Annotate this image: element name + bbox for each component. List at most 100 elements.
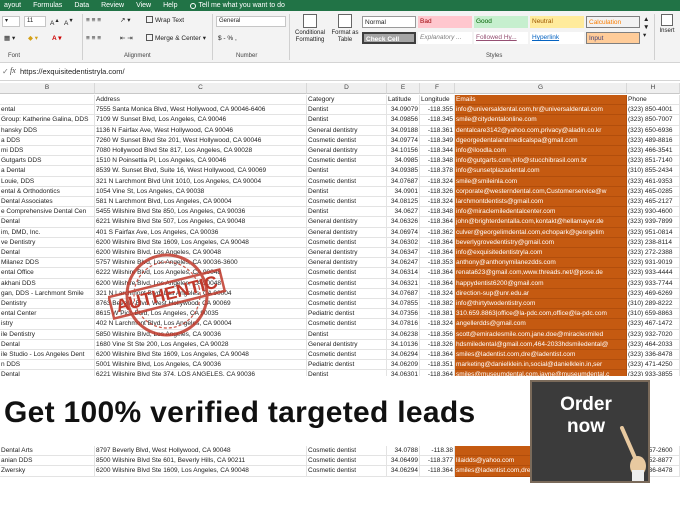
cell-phone[interactable]: (323) 850-4001 <box>627 105 680 116</box>
cell-name[interactable]: ental <box>0 105 95 116</box>
cell-name[interactable]: n DDS <box>0 360 95 371</box>
cell-longitude[interactable]: -118.361 <box>420 125 455 136</box>
cell-address[interactable]: Address <box>95 95 307 106</box>
format-as-table-button[interactable]: Format as Table <box>330 14 360 44</box>
cell-latitude[interactable]: 34.06209 <box>387 360 420 371</box>
style-input[interactable]: Input <box>586 32 640 44</box>
cell-name[interactable] <box>0 95 95 106</box>
cell-emails[interactable]: Emails <box>455 95 627 106</box>
cell-name[interactable]: anian DDS <box>0 456 95 467</box>
cell-name[interactable]: mi DDS <box>0 146 95 157</box>
cell-phone[interactable]: (310) 659-8863 <box>627 309 680 320</box>
cell-address[interactable]: 6200 Wilshire Blvd Ste 1609, Los Angeles… <box>95 237 307 248</box>
cell-longitude[interactable]: -118.362 <box>420 227 455 238</box>
cell-phone[interactable]: (323) 272-2388 <box>627 248 680 259</box>
cell-longitude[interactable]: -118.381 <box>420 309 455 320</box>
cell-category[interactable]: Cosmetic dentist <box>307 456 387 467</box>
cell-name[interactable]: ile Studio - Los Angeles Dent <box>0 350 95 361</box>
number-format-dropdown[interactable]: General <box>216 16 286 27</box>
cell-phone[interactable]: (323) 939-7899 <box>627 217 680 228</box>
cell-longitude[interactable]: -118.344 <box>420 146 455 157</box>
cell-category[interactable]: Pediatric dentist <box>307 360 387 371</box>
cell-latitude[interactable]: 34.06321 <box>387 278 420 289</box>
cell-phone[interactable]: (323) 464-2033 <box>627 339 680 350</box>
column-header-h[interactable]: H <box>627 83 680 94</box>
cell-name[interactable]: Louie, DDS <box>0 176 95 187</box>
cell-longitude[interactable]: -118.355 <box>420 105 455 116</box>
cell-latitude[interactable]: 34.07687 <box>387 288 420 299</box>
cell-phone[interactable]: (323) 932-7020 <box>627 329 680 340</box>
cell-name[interactable]: ile Dentistry <box>0 329 95 340</box>
cell-category[interactable]: Cosmetic dentist <box>307 446 387 457</box>
cell-emails[interactable]: smile@smileinla.com <box>455 176 627 187</box>
cell-longitude[interactable]: -118.324 <box>420 288 455 299</box>
formula-input[interactable]: https://exquisitedentistryla.com/ <box>20 67 125 76</box>
cell-category[interactable]: General dentistry <box>307 227 387 238</box>
column-header-f[interactable]: F <box>420 83 455 94</box>
cell-category[interactable]: Dentist <box>307 166 387 177</box>
cell-phone[interactable]: (323) 469-6269 <box>627 288 680 299</box>
cell-category[interactable]: General dentistry <box>307 339 387 350</box>
align-top-icon[interactable]: ≡ ≡ ≡ <box>86 16 101 26</box>
cell-address[interactable]: 6200 Wilshire Blvd Ste 1609, Los Angeles… <box>95 466 307 477</box>
cell-phone[interactable]: (323) 466-3541 <box>627 146 680 157</box>
cell-name[interactable]: ve Dentistry <box>0 237 95 248</box>
wrap-text-button[interactable]: Wrap Text <box>146 16 184 26</box>
cell-name[interactable]: Dental Arts <box>0 446 95 457</box>
cell-emails[interactable]: culver@georgelimdental.com,echopark@geor… <box>455 227 627 238</box>
cell-phone[interactable]: Phone <box>627 95 680 106</box>
insert-cells-button[interactable]: Insert <box>656 14 678 35</box>
cell-name[interactable]: hansky DDS <box>0 125 95 136</box>
cell-phone[interactable]: (323) 465-2127 <box>627 197 680 208</box>
cell-latitude[interactable]: 34.0985 <box>387 156 420 167</box>
cell-longitude[interactable]: -118.324 <box>420 319 455 330</box>
cell-phone[interactable]: (323) 465-0285 <box>627 186 680 197</box>
merge-center-button[interactable]: Merge & Center ▾ <box>146 34 206 44</box>
style-calculation[interactable]: Calculation <box>586 16 640 28</box>
cell-emails[interactable]: info@thirtytwodentistry.com <box>455 299 627 310</box>
style-hyperlink[interactable]: Hyperlink <box>530 32 584 44</box>
cell-address[interactable]: 8797 Beverly Blvd, West Hollywood, CA 90… <box>95 446 307 457</box>
cell-latitude[interactable]: 34.09079 <box>387 105 420 116</box>
style-explanatory[interactable]: Explanatory ... <box>418 32 472 44</box>
cell-name[interactable]: istry <box>0 319 95 330</box>
cell-phone[interactable]: (323) 336-8478 <box>627 350 680 361</box>
cell-address[interactable]: 1054 Vine St, Los Angeles, CA 90038 <box>95 186 307 197</box>
cell-longitude[interactable]: -118.364 <box>420 466 455 477</box>
cell-phone[interactable]: (323) 933-7744 <box>627 278 680 289</box>
cell-name[interactable]: ental Office <box>0 268 95 279</box>
cell-longitude[interactable]: -118.364 <box>420 268 455 279</box>
cell-latitude[interactable]: 34.10136 <box>387 339 420 350</box>
column-header-g[interactable]: G <box>455 83 627 94</box>
cell-longitude[interactable]: -118.348 <box>420 156 455 167</box>
cell-emails[interactable]: info@gutgarts.com,info@stucchibrasil.com… <box>455 156 627 167</box>
cell-longitude[interactable]: -118.364 <box>420 237 455 248</box>
cell-name[interactable]: ental & Orthodontics <box>0 186 95 197</box>
cell-name[interactable]: Dental <box>0 217 95 228</box>
cell-longitude[interactable]: -118.326 <box>420 186 455 197</box>
cell-longitude[interactable]: -118.356 <box>420 329 455 340</box>
tell-me-box[interactable]: Tell me what you want to do <box>186 2 293 9</box>
cell-name[interactable]: im, DMD, Inc. <box>0 227 95 238</box>
borders-icon[interactable]: ▦ ▾ <box>4 34 15 44</box>
cell-latitude[interactable]: 34.06294 <box>387 350 420 361</box>
cell-emails[interactable]: smile@citydentalonline.com <box>455 115 627 126</box>
align-left-icon[interactable]: ≡ ≡ ≡ <box>86 34 101 44</box>
cell-emails[interactable]: larchmontdentists@gmail.com <box>455 197 627 208</box>
cell-latitude[interactable]: 34.0901 <box>387 186 420 197</box>
cell-emails[interactable]: smiles@ladentist.com,dre@ladentist.com <box>455 350 627 361</box>
cell-latitude[interactable]: 34.07816 <box>387 319 420 330</box>
cell-emails[interactable]: happydentist6200@gmail.com <box>455 278 627 289</box>
cell-latitude[interactable]: 34.09385 <box>387 166 420 177</box>
cell-emails[interactable]: anthony@anthonymilanezdds.com <box>455 258 627 269</box>
cell-phone[interactable]: (310) 289-8222 <box>627 299 680 310</box>
cell-emails[interactable]: dgeorgedentalandmedicalspa@gmail.com <box>455 135 627 146</box>
cell-latitude[interactable]: 34.0627 <box>387 207 420 218</box>
number-format-buttons[interactable]: $ - % , <box>218 34 237 44</box>
font-color-icon[interactable]: A ▾ <box>52 34 62 44</box>
cell-category[interactable]: General dentistry <box>307 258 387 269</box>
cell-emails[interactable]: beverlygrovedentistry@gmail.com <box>455 237 627 248</box>
cell-category[interactable]: Cosmetic dentist <box>307 197 387 208</box>
cell-address[interactable]: 8500 Wilshire Blvd Ste 601, Beverly Hill… <box>95 456 307 467</box>
cell-longitude[interactable]: -118.364 <box>420 278 455 289</box>
